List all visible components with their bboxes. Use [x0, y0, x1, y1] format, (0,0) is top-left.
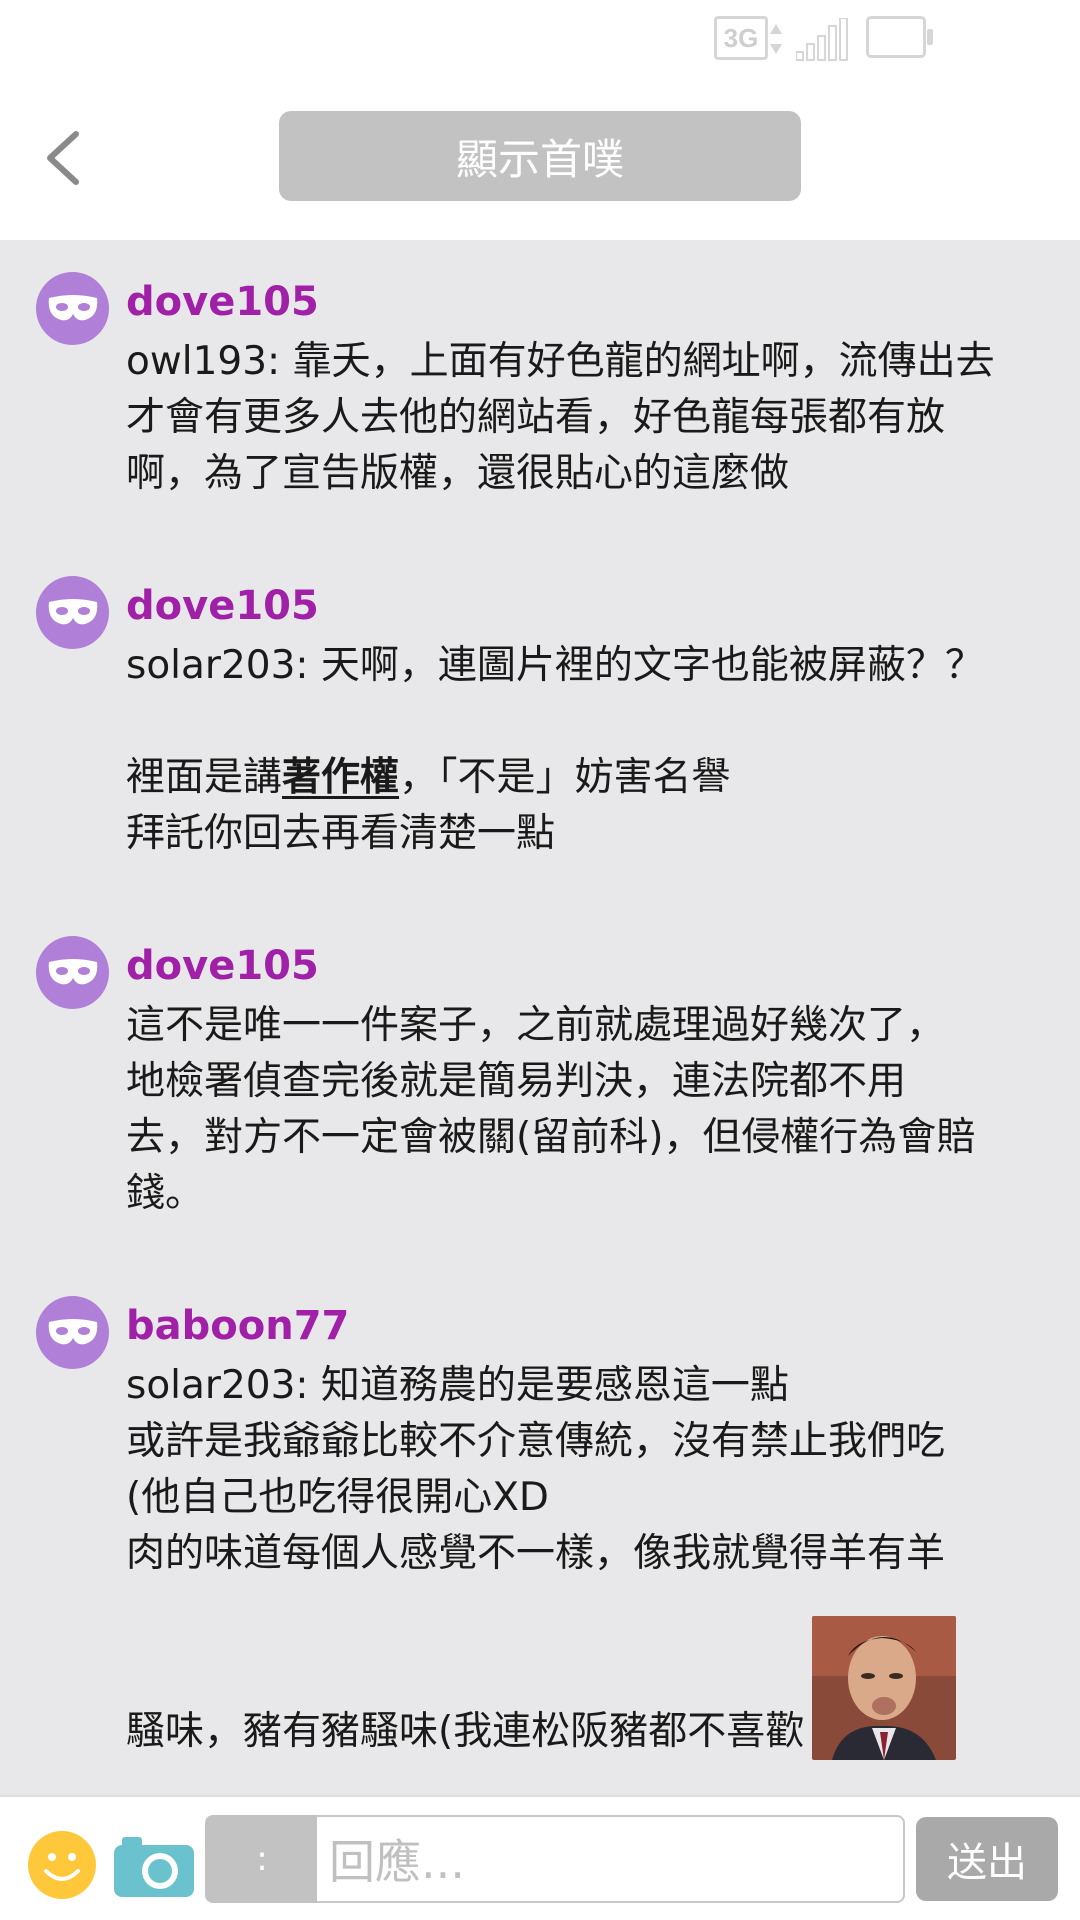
smiley-icon[interactable] [28, 1831, 96, 1899]
reply-input[interactable]: 回應... [317, 1815, 905, 1903]
response-line: 或許是我爺爺比較不介意傳統，沒有禁止我們吃 [126, 1419, 946, 1464]
response-line: 啊，為了宣告版權，還很貼心的這麼做 [126, 451, 790, 496]
data-arrows-icon [770, 24, 782, 54]
back-button[interactable] [32, 120, 92, 196]
response-author[interactable]: dove105 [126, 934, 1040, 998]
response-item: dove105 solar203: 天啊，連圖片裡的文字也能被屏蔽？？ 裡面是講著… [0, 544, 1080, 904]
response-line: 這不是唯一一件案子，之前就處理過好幾次了， [126, 1003, 946, 1048]
mask-icon[interactable] [36, 272, 109, 345]
chevron-left-icon [47, 131, 79, 185]
response-item: dove105 這不是唯一一件案子，之前就處理過好幾次了， 地檢署偵查完後就是簡易… [0, 904, 1080, 1264]
mask-icon[interactable] [36, 1296, 109, 1369]
response-line: 裡面是講 [126, 755, 283, 800]
response-line: solar203: 天啊，連圖片裡的文字也能被屏蔽？？ [126, 643, 984, 688]
reply-bar: : 回應... 送出 [0, 1795, 1080, 1920]
show-first-plurk-button[interactable]: 顯示首噗 [279, 111, 801, 201]
response-line: 拜託你回去再看清楚一點 [126, 811, 556, 856]
status-bar: 3G [0, 0, 1080, 80]
mask-icon[interactable] [36, 576, 109, 649]
qualifier-selector[interactable]: : [205, 1815, 319, 1903]
response-content: 這不是唯一一件案子，之前就處理過好幾次了， 地檢署偵查完後就是簡易判決，連法院都不… [126, 998, 1040, 1222]
response-line: owl193: 靠夭，上面有好色龍的網址啊，流傳出去 [126, 339, 995, 384]
response-line: 才會有更多人去他的網站看，好色龍每張都有放 [126, 395, 946, 440]
response-item: baboon77 solar203: 知道務農的是要感恩這一點或許是我爺爺比較不… [0, 1264, 1080, 1795]
signal-icon [796, 18, 848, 61]
response-line: 肉的味道每個人感覺不一樣，像我就覺得羊有羊 [126, 1531, 946, 1576]
underlined-text: 著作權 [282, 755, 400, 800]
battery-icon [866, 16, 933, 58]
response-line: solar203: 知道務農的是要感恩這一點 [126, 1363, 789, 1408]
response-line: 錢。 [126, 1171, 205, 1216]
mask-icon[interactable] [36, 936, 109, 1009]
response-line: 騷味，豬有豬騷味(我連松阪豬都不喜歡 [126, 1709, 805, 1754]
camera-icon[interactable] [112, 1833, 196, 1899]
header: 顯示首噗 [0, 80, 1080, 240]
response-line: 去，對方不一定會被關(留前科)，但侵權行為會賠 [126, 1115, 976, 1160]
response-line: ，「不是」妨害名譽 [399, 755, 731, 800]
response-line: 地檢署偵查完後就是簡易判決，連法院都不用 [126, 1059, 907, 1104]
response-content: solar203: 知道務農的是要感恩這一點或許是我爺爺比較不介意傳統，沒有禁止… [126, 1358, 1040, 1760]
response-item: dove105 owl193: 靠夭，上面有好色龍的網址啊，流傳出去 才會有更多人… [0, 240, 1080, 544]
response-line: (他自己也吃得很開心XD [126, 1475, 549, 1520]
response-list[interactable]: dove105 owl193: 靠夭，上面有好色龍的網址啊，流傳出去 才會有更多人… [0, 240, 1080, 1795]
response-author[interactable]: dove105 [126, 270, 1040, 334]
response-content: solar203: 天啊，連圖片裡的文字也能被屏蔽？？ 裡面是講著作權，「不是」妨… [126, 638, 1040, 862]
response-author[interactable]: dove105 [126, 574, 1040, 638]
send-button[interactable]: 送出 [916, 1817, 1058, 1901]
response-content: owl193: 靠夭，上面有好色龍的網址啊，流傳出去 才會有更多人去他的網站看，好… [126, 334, 1040, 502]
response-author[interactable]: baboon77 [126, 1294, 1040, 1358]
photo-thumbnail[interactable] [812, 1616, 957, 1760]
network-3g-icon: 3G [714, 16, 768, 60]
